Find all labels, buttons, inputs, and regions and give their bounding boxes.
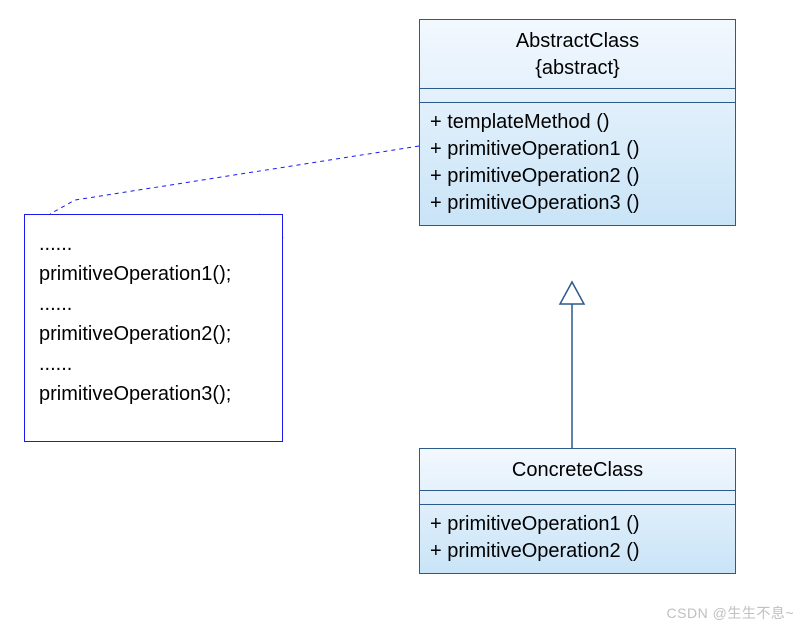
abstract-class-method: + primitiveOperation1 () [430,136,725,163]
abstract-class-method: + primitiveOperation2 () [430,163,725,190]
generalization-arrow [560,282,584,448]
note-line: primitiveOperation1(); [39,259,268,289]
note-anchor-line [50,146,419,214]
concrete-class-method: + primitiveOperation2 () [430,538,725,565]
note-line: ...... [39,229,268,259]
abstract-class-name: AbstractClass [516,30,639,52]
note-line: primitiveOperation3(); [39,379,268,409]
concrete-class-title: ConcreteClass [420,449,735,490]
abstract-class-stereotype: {abstract} [430,55,725,82]
abstract-class-attrs [420,88,735,102]
note-box: ...... primitiveOperation1(); ...... pri… [24,214,283,442]
concrete-class-box: ConcreteClass + primitiveOperation1 () +… [419,448,736,574]
watermark: CSDN @生生不息~ [667,603,794,623]
abstract-class-box: AbstractClass {abstract} + templateMetho… [419,19,736,226]
concrete-class-methods: + primitiveOperation1 () + primitiveOper… [420,504,735,573]
abstract-class-title: AbstractClass {abstract} [420,20,735,88]
abstract-class-method: + templateMethod () [430,109,725,136]
abstract-class-methods: + templateMethod () + primitiveOperation… [420,102,735,225]
concrete-class-name: ConcreteClass [512,459,643,481]
note-line: ...... [39,349,268,379]
note-line: primitiveOperation2(); [39,319,268,349]
note-line: ...... [39,289,268,319]
concrete-class-attrs [420,490,735,504]
abstract-class-method: + primitiveOperation3 () [430,190,725,217]
concrete-class-method: + primitiveOperation1 () [430,511,725,538]
